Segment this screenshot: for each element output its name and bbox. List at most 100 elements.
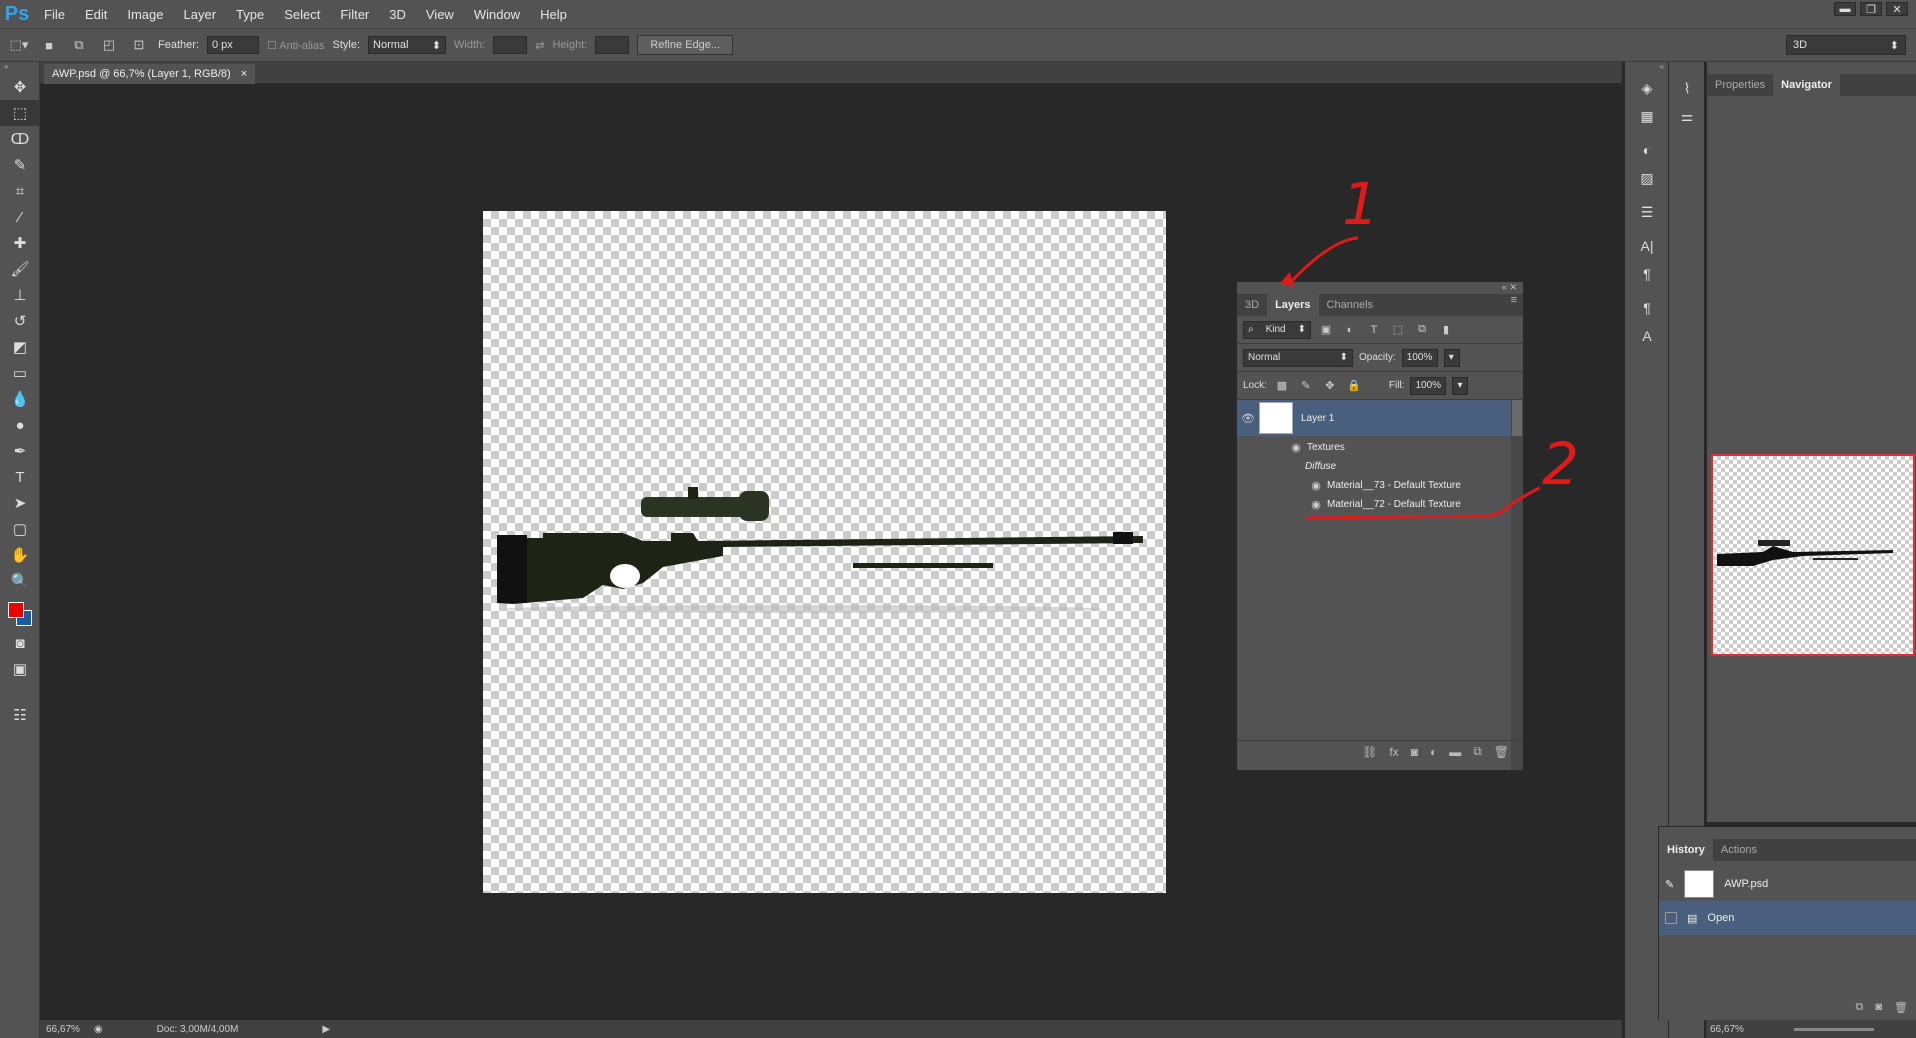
- quick-select-tool-icon[interactable]: ✎: [0, 152, 40, 178]
- menu-type[interactable]: Type: [226, 7, 274, 22]
- new-layer-icon[interactable]: ⧉: [1473, 744, 1482, 759]
- hand-tool-icon[interactable]: ✋: [0, 542, 40, 568]
- subtract-selection-icon[interactable]: ◰: [98, 35, 120, 55]
- adjustment-layer-icon[interactable]: ◐: [1430, 745, 1437, 759]
- menu-edit[interactable]: Edit: [75, 7, 117, 22]
- brush-settings-icon[interactable]: ⚌: [1669, 102, 1705, 130]
- foreground-color[interactable]: [8, 602, 24, 618]
- timeline-icon[interactable]: ☷: [0, 702, 40, 728]
- lock-transparency-icon[interactable]: ▩: [1273, 379, 1291, 392]
- zoom-slider[interactable]: [1793, 1027, 1874, 1031]
- marquee-preset-icon[interactable]: ⬚▾: [8, 35, 30, 55]
- path-select-icon[interactable]: ➤: [0, 490, 40, 516]
- color-swatches[interactable]: [0, 594, 39, 630]
- screen-mode-icon[interactable]: ▣: [0, 656, 40, 682]
- fill-slider-button[interactable]: ▾: [1452, 376, 1469, 395]
- menu-help[interactable]: Help: [530, 7, 577, 22]
- material-73-eye-icon[interactable]: ◉: [1305, 479, 1327, 492]
- history-snapshot[interactable]: ✎ AWP.psd: [1659, 867, 1916, 901]
- visibility-eye-icon[interactable]: 👁: [1237, 412, 1259, 425]
- menu-select[interactable]: Select: [274, 7, 330, 22]
- kind-filter-select[interactable]: ⌕ Kind ⬍: [1243, 320, 1311, 339]
- minimize-icon[interactable]: ▬: [1834, 2, 1856, 16]
- history-source-checkbox[interactable]: [1665, 912, 1677, 924]
- tab-channels[interactable]: Channels: [1319, 294, 1381, 316]
- feather-input[interactable]: 0 px: [206, 36, 259, 54]
- collapse-icon[interactable]: »: [0, 62, 39, 74]
- paragraph-styles-icon[interactable]: ¶: [1625, 294, 1669, 322]
- layers-scrollbar[interactable]: [1511, 400, 1523, 770]
- collapse-icon[interactable]: «: [1625, 62, 1668, 74]
- navigator-thumbnail[interactable]: [1711, 454, 1915, 656]
- tab-navigator[interactable]: Navigator: [1773, 74, 1840, 96]
- paragraph-icon[interactable]: ¶: [1625, 260, 1669, 288]
- eyedropper-tool-icon[interactable]: ⁄: [0, 204, 40, 230]
- proof-icon[interactable]: ◉: [94, 1024, 103, 1035]
- dodge-tool-icon[interactable]: ●: [0, 412, 40, 438]
- tab-actions[interactable]: Actions: [1713, 839, 1765, 861]
- link-layers-icon[interactable]: ⛓: [1362, 745, 1377, 759]
- menu-3d[interactable]: 3D: [379, 7, 416, 22]
- styles-icon[interactable]: ▨: [1625, 164, 1669, 192]
- material-72-row[interactable]: ◉ Material__72 - Default Texture: [1237, 495, 1511, 513]
- character-icon[interactable]: A|: [1625, 232, 1669, 260]
- layer-name[interactable]: Layer 1: [1301, 413, 1334, 424]
- trash-icon[interactable]: 🗑: [1894, 1001, 1908, 1014]
- marquee-tool-icon[interactable]: ⬚: [0, 100, 40, 126]
- material-72-eye-icon[interactable]: ◉: [1305, 498, 1327, 511]
- swap-icon[interactable]: ⇄: [535, 39, 544, 52]
- smart-object-filter-icon[interactable]: ⧉: [1413, 323, 1431, 336]
- panel-menu-icon[interactable]: ≡: [1511, 294, 1523, 316]
- new-selection-icon[interactable]: ■: [38, 35, 60, 55]
- lock-position-icon[interactable]: ✥: [1321, 379, 1339, 392]
- zoom-level[interactable]: 66,67%: [46, 1024, 80, 1035]
- brush-presets-icon[interactable]: ⌇: [1669, 74, 1705, 102]
- pen-tool-icon[interactable]: ✒: [0, 438, 40, 464]
- blend-mode-select[interactable]: Normal ⬍: [1243, 348, 1353, 367]
- stamp-tool-icon[interactable]: ⊥: [0, 282, 40, 308]
- fx-icon[interactable]: fx: [1389, 745, 1398, 759]
- status-menu-icon[interactable]: ▶: [322, 1024, 330, 1035]
- shape-tool-icon[interactable]: ▢: [0, 516, 40, 542]
- close-tab-icon[interactable]: ×: [241, 68, 247, 80]
- layers-icon[interactable]: ☰: [1625, 198, 1669, 226]
- width-input[interactable]: [493, 36, 528, 54]
- menu-image[interactable]: Image: [117, 7, 173, 22]
- tab-properties[interactable]: Properties: [1707, 74, 1773, 96]
- add-mask-icon[interactable]: ◙: [1411, 745, 1418, 759]
- trash-icon[interactable]: 🗑: [1494, 745, 1509, 759]
- new-document-icon[interactable]: ⧉: [1856, 1001, 1864, 1014]
- type-tool-icon[interactable]: T: [0, 464, 40, 490]
- style-select[interactable]: Normal ⬍: [368, 36, 447, 54]
- grid-panel-icon[interactable]: ▦: [1625, 102, 1669, 130]
- menu-window[interactable]: Window: [464, 7, 530, 22]
- type-filter-icon[interactable]: T: [1365, 324, 1383, 336]
- material-73-row[interactable]: ◉ Material__73 - Default Texture: [1237, 476, 1511, 494]
- adjustment-filter-icon[interactable]: ◐: [1341, 324, 1359, 336]
- move-tool-icon[interactable]: ✥: [0, 74, 40, 100]
- lasso-tool-icon[interactable]: ↀ: [0, 126, 40, 152]
- add-selection-icon[interactable]: ⧉: [68, 35, 90, 55]
- tab-3d[interactable]: 3D: [1237, 294, 1267, 316]
- gradient-tool-icon[interactable]: ▭: [0, 360, 40, 386]
- menu-layer[interactable]: Layer: [174, 7, 227, 22]
- refine-edge-button[interactable]: Refine Edge...: [637, 35, 734, 55]
- textures-eye-icon[interactable]: ◉: [1285, 441, 1307, 454]
- camera-icon[interactable]: ◙: [1875, 1001, 1882, 1014]
- opacity-input[interactable]: 100%: [1401, 348, 1438, 367]
- fill-input[interactable]: 100%: [1410, 376, 1447, 395]
- menu-filter[interactable]: Filter: [330, 7, 379, 22]
- document-canvas[interactable]: [483, 211, 1166, 893]
- opacity-slider-button[interactable]: ▾: [1443, 348, 1460, 367]
- textures-row[interactable]: ◉ Textures: [1237, 438, 1511, 456]
- crop-tool-icon[interactable]: ⌗: [0, 178, 40, 204]
- antialias-checkbox[interactable]: ☐ Anti-alias: [267, 39, 325, 52]
- height-input[interactable]: [595, 36, 630, 54]
- character-styles-icon[interactable]: A: [1625, 322, 1669, 350]
- intersect-selection-icon[interactable]: ⊡: [128, 35, 150, 55]
- zoom-tool-icon[interactable]: 🔍: [0, 568, 40, 594]
- menu-file[interactable]: File: [34, 7, 75, 22]
- close-icon[interactable]: ✕: [1886, 2, 1908, 16]
- history-brush-source-icon[interactable]: ✎: [1665, 878, 1674, 891]
- panel-close-icon[interactable]: « ✕: [1502, 282, 1517, 293]
